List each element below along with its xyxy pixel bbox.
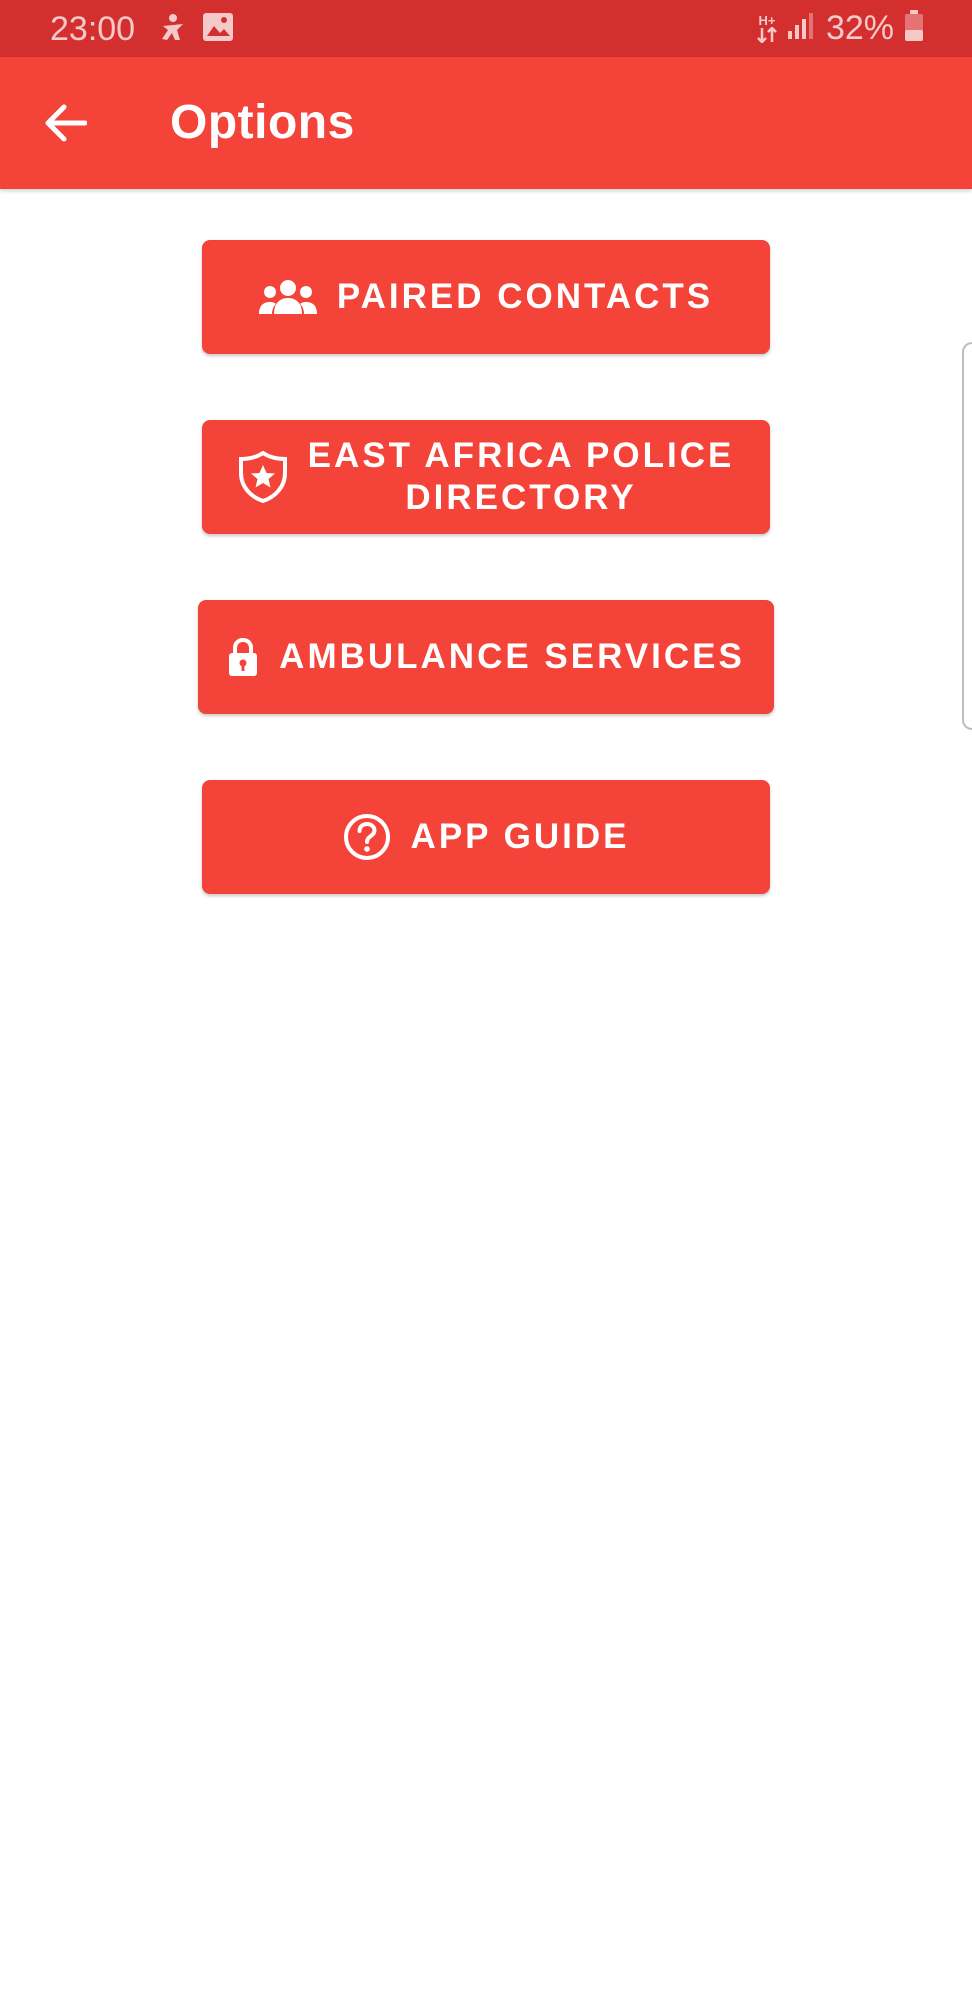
ambulance-services-label: AMBULANCE SERVICES xyxy=(279,637,745,676)
police-directory-label: EAST AFRICA POLICE DIRECTORY xyxy=(307,436,735,517)
lock-icon xyxy=(227,637,259,677)
paired-contacts-label: PAIRED CONTACTS xyxy=(336,277,714,316)
network-type: H+ xyxy=(758,13,776,28)
police-directory-button[interactable]: EAST AFRICA POLICE DIRECTORY xyxy=(202,420,770,534)
battery-percent: 32% xyxy=(825,9,894,47)
status-bar: 23:00 H+ 32% xyxy=(0,0,972,57)
arrow-back-icon xyxy=(45,104,88,147)
signal-icon xyxy=(786,11,816,46)
paired-contacts-button[interactable]: PAIRED CONTACTS xyxy=(202,240,770,354)
status-time: 23:00 xyxy=(50,10,136,48)
ambulance-services-button[interactable]: AMBULANCE SERVICES xyxy=(198,600,774,714)
app-guide-button[interactable]: APP GUIDE xyxy=(202,780,770,894)
page-title: Options xyxy=(170,96,355,149)
app-bar: Options xyxy=(0,57,972,189)
police-badge-icon xyxy=(238,451,288,503)
people-icon xyxy=(258,279,317,315)
accessibility-icon xyxy=(158,12,188,49)
status-right: H+ 32% xyxy=(756,9,924,48)
app-guide-label: APP GUIDE xyxy=(410,817,630,856)
battery-icon xyxy=(904,10,924,47)
back-button[interactable] xyxy=(38,97,94,153)
image-icon xyxy=(202,12,234,47)
data-arrows-icon: H+ xyxy=(756,14,778,43)
help-circle-icon xyxy=(343,813,391,861)
edge-panel-handle[interactable] xyxy=(962,342,972,730)
